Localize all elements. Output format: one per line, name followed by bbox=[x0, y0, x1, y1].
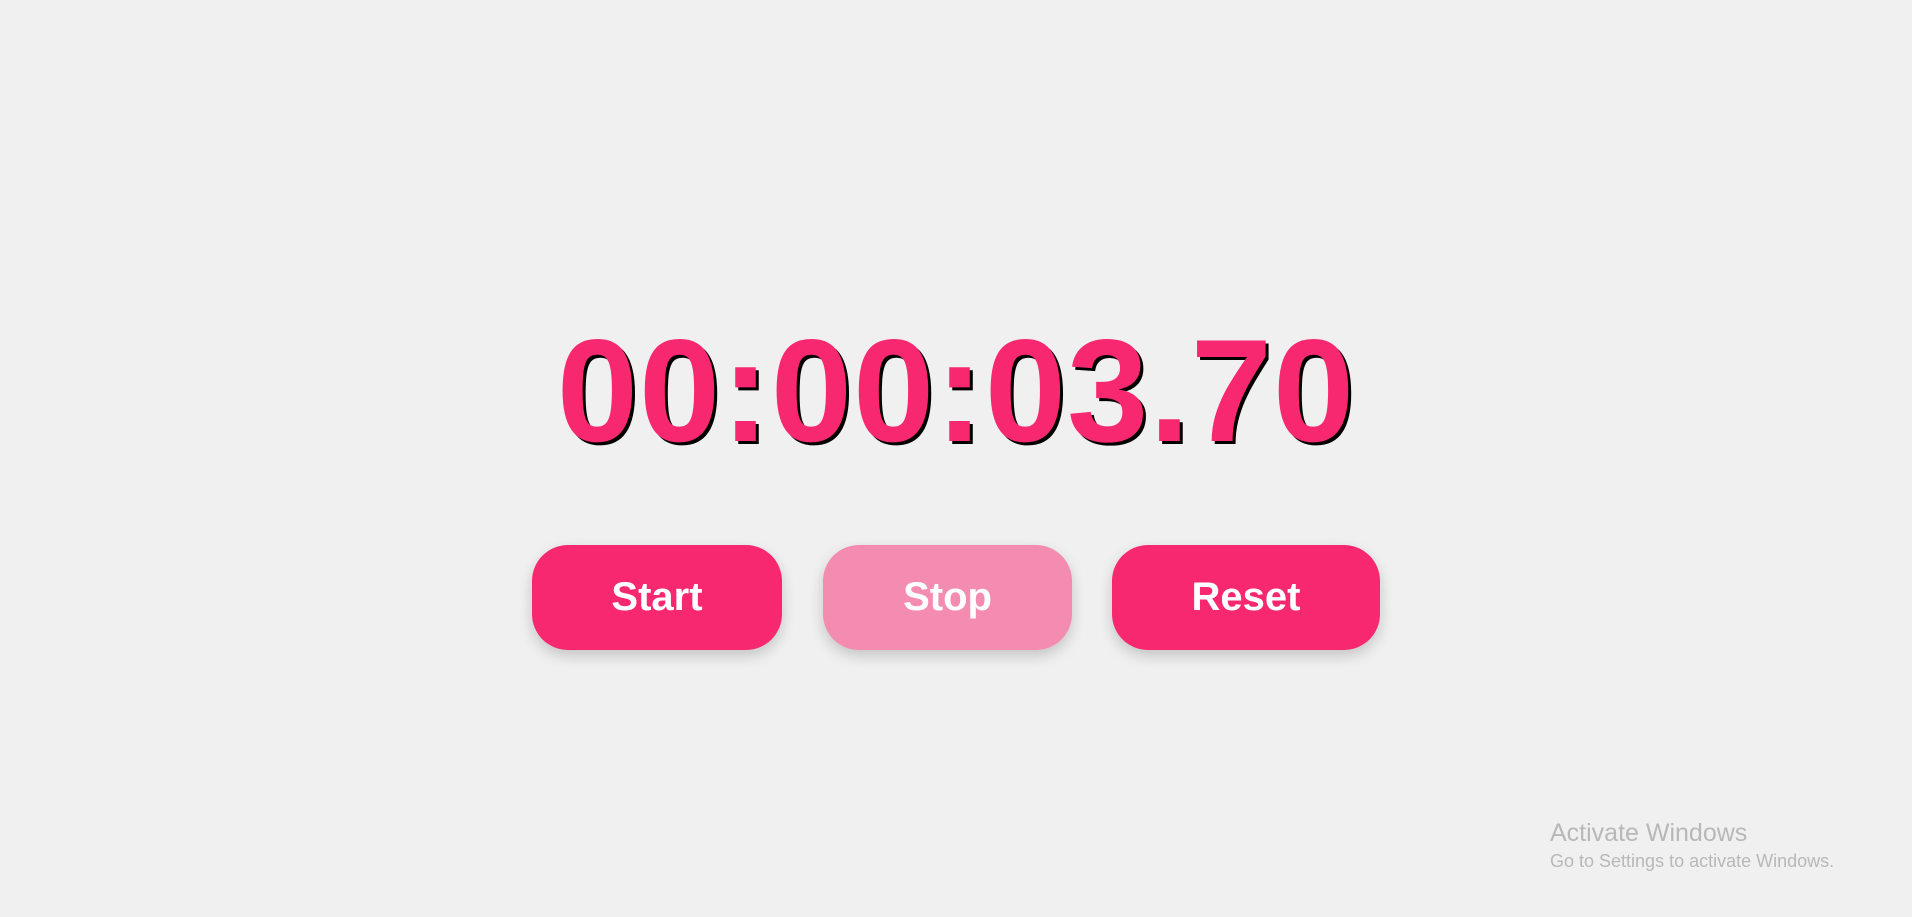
watermark-subtitle: Go to Settings to activate Windows. bbox=[1550, 851, 1835, 871]
start-button[interactable]: Start bbox=[532, 545, 782, 650]
stop-button[interactable]: Stop bbox=[823, 545, 1072, 650]
time-display: 00:00:03.70 bbox=[556, 309, 1356, 472]
windows-activation-watermark: Activate Windows Go to Settings to activ… bbox=[1550, 818, 1834, 874]
reset-button[interactable]: Reset bbox=[1112, 545, 1380, 650]
watermark-title: Activate Windows bbox=[1550, 819, 1748, 847]
stopwatch-app: 00:00:03.70 Start Stop Reset bbox=[0, 0, 1912, 917]
stopwatch-controls: Start Stop Reset bbox=[0, 545, 1912, 650]
